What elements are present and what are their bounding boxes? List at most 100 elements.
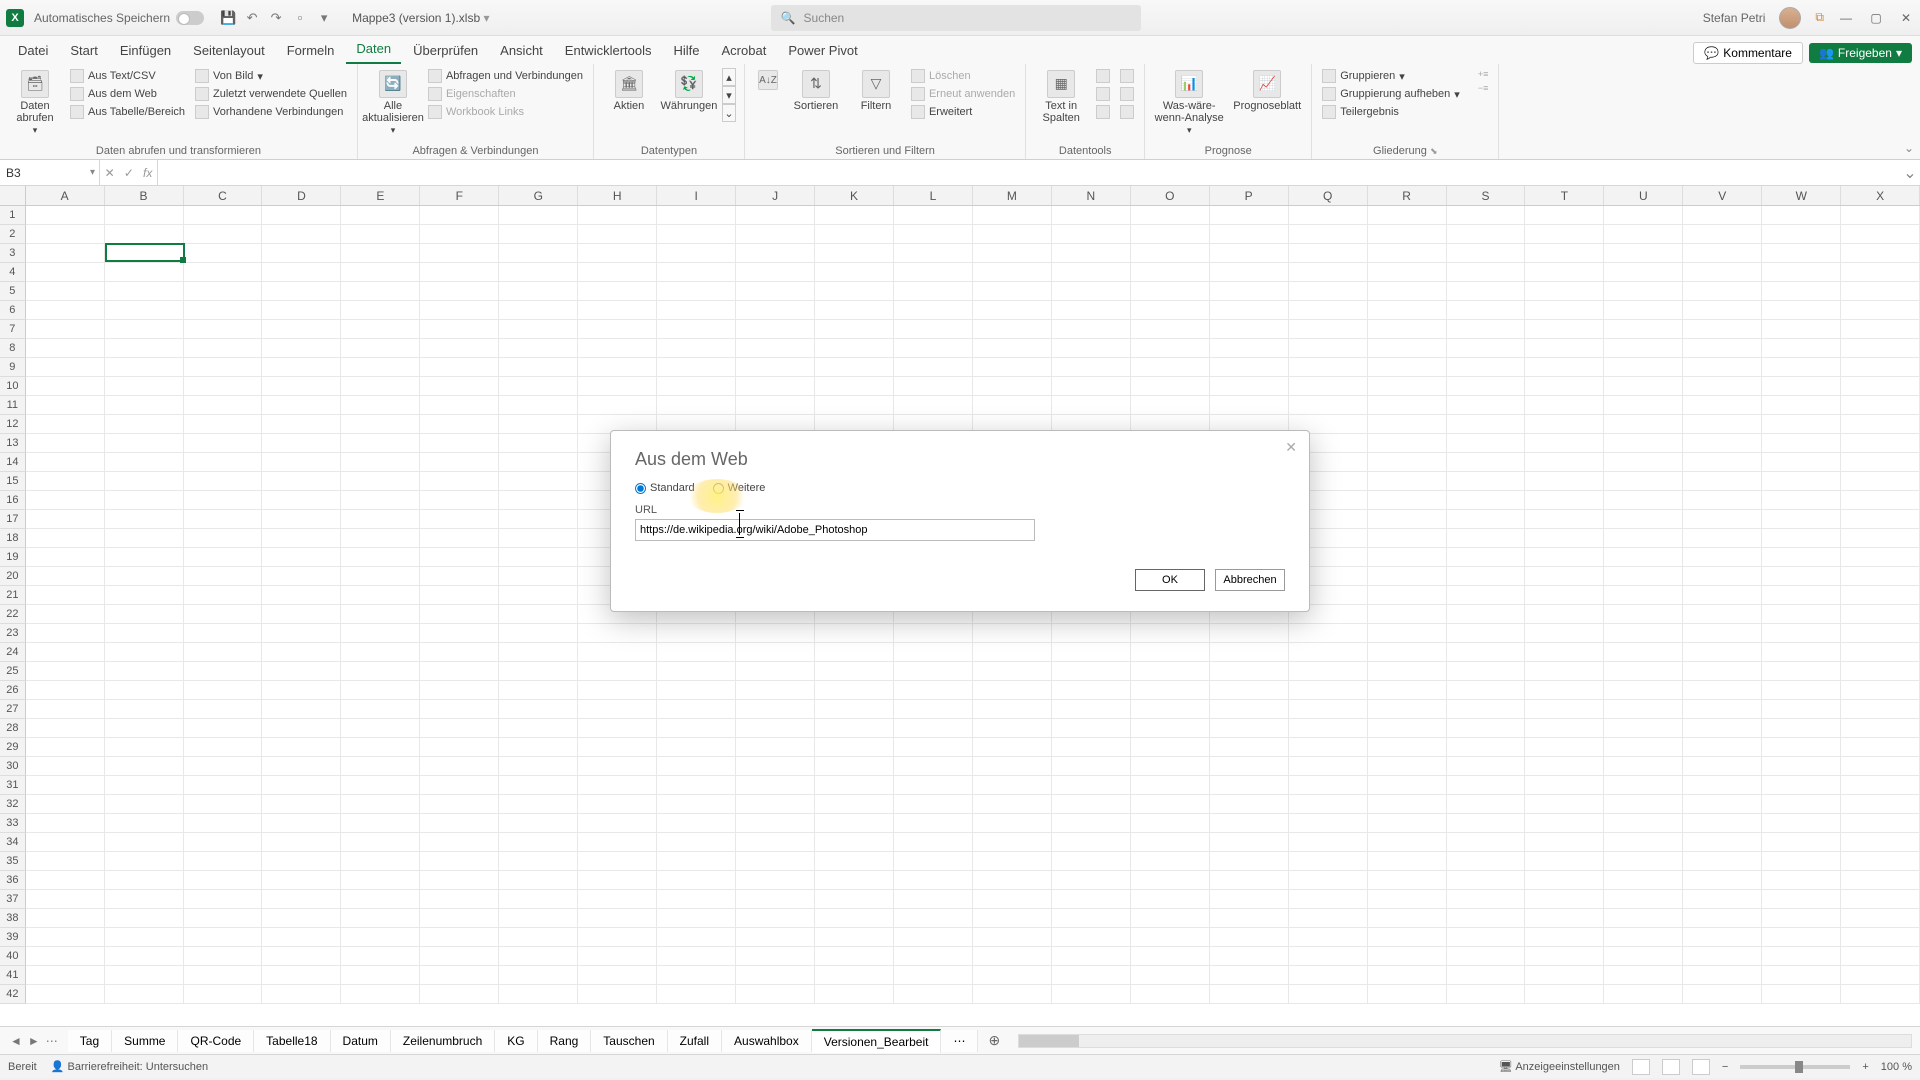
cell[interactable] xyxy=(815,282,894,301)
zoom-slider[interactable] xyxy=(1740,1065,1850,1069)
cell[interactable] xyxy=(657,225,736,244)
cell[interactable] xyxy=(815,339,894,358)
datatype-scroll-up[interactable]: ▴ xyxy=(722,68,736,86)
cell[interactable] xyxy=(578,909,657,928)
column-header[interactable]: U xyxy=(1604,186,1683,205)
cell[interactable] xyxy=(1841,700,1920,719)
cell[interactable] xyxy=(262,206,341,225)
cell[interactable] xyxy=(657,909,736,928)
cell[interactable] xyxy=(1368,966,1447,985)
cell[interactable] xyxy=(105,339,184,358)
cell[interactable] xyxy=(184,814,263,833)
cell[interactable] xyxy=(26,909,105,928)
cell[interactable] xyxy=(341,833,420,852)
cell[interactable] xyxy=(894,738,973,757)
cell[interactable] xyxy=(420,529,499,548)
cell[interactable] xyxy=(105,396,184,415)
notifications-icon[interactable]: ⧉ xyxy=(1815,10,1824,25)
cell[interactable] xyxy=(184,415,263,434)
cell[interactable] xyxy=(1368,833,1447,852)
cell[interactable] xyxy=(26,605,105,624)
cell[interactable] xyxy=(341,966,420,985)
cell[interactable] xyxy=(105,966,184,985)
cell[interactable] xyxy=(1052,263,1131,282)
cell[interactable] xyxy=(973,795,1052,814)
cell[interactable] xyxy=(341,529,420,548)
cell[interactable] xyxy=(499,567,578,586)
cell[interactable] xyxy=(184,624,263,643)
cell[interactable] xyxy=(105,529,184,548)
cell[interactable] xyxy=(1762,681,1841,700)
cell[interactable] xyxy=(1525,206,1604,225)
cell[interactable] xyxy=(1368,719,1447,738)
cell[interactable] xyxy=(1289,643,1368,662)
cell[interactable] xyxy=(26,510,105,529)
cell[interactable] xyxy=(1131,282,1210,301)
cell[interactable] xyxy=(1052,282,1131,301)
from-text-csv-button[interactable]: Aus Text/CSV xyxy=(68,68,187,84)
cell[interactable] xyxy=(262,339,341,358)
cell[interactable] xyxy=(1210,282,1289,301)
cell[interactable] xyxy=(341,244,420,263)
cell[interactable] xyxy=(1525,833,1604,852)
cell[interactable] xyxy=(1604,491,1683,510)
cell[interactable] xyxy=(1131,662,1210,681)
cell[interactable] xyxy=(1052,909,1131,928)
cell[interactable] xyxy=(657,301,736,320)
cell[interactable] xyxy=(1525,567,1604,586)
row-header[interactable]: 33 xyxy=(0,814,26,833)
cell[interactable] xyxy=(499,700,578,719)
cell[interactable] xyxy=(420,491,499,510)
sheet-tab[interactable]: Versionen_Bearbeit xyxy=(812,1029,942,1053)
cell[interactable] xyxy=(420,662,499,681)
cell[interactable] xyxy=(1210,890,1289,909)
cell[interactable] xyxy=(973,377,1052,396)
cell[interactable] xyxy=(262,738,341,757)
cell[interactable] xyxy=(1683,605,1762,624)
cell[interactable] xyxy=(1131,947,1210,966)
cell[interactable] xyxy=(420,833,499,852)
sheet-tab[interactable]: Tauschen xyxy=(591,1030,667,1052)
cell[interactable] xyxy=(815,358,894,377)
cell[interactable] xyxy=(26,206,105,225)
cell[interactable] xyxy=(894,358,973,377)
cell[interactable] xyxy=(1368,605,1447,624)
cell[interactable] xyxy=(1131,301,1210,320)
cell[interactable] xyxy=(499,852,578,871)
cell[interactable] xyxy=(657,681,736,700)
cell[interactable] xyxy=(578,320,657,339)
cell[interactable] xyxy=(341,605,420,624)
text-to-columns-button[interactable]: ▦Text in Spalten xyxy=(1034,68,1088,124)
sheet-nav-prev-icon[interactable]: ◄ xyxy=(10,1034,22,1048)
cell[interactable] xyxy=(1683,415,1762,434)
cell[interactable] xyxy=(1762,719,1841,738)
cell[interactable] xyxy=(420,206,499,225)
cell[interactable] xyxy=(105,852,184,871)
cell[interactable] xyxy=(105,282,184,301)
group-button[interactable]: Gruppieren ▾ xyxy=(1320,68,1462,84)
cell[interactable] xyxy=(184,776,263,795)
minimize-icon[interactable]: — xyxy=(1838,10,1854,26)
cell[interactable] xyxy=(1525,776,1604,795)
url-input[interactable] xyxy=(635,519,1035,541)
cell[interactable] xyxy=(1683,795,1762,814)
cell[interactable] xyxy=(1683,624,1762,643)
cell[interactable] xyxy=(1210,852,1289,871)
cell[interactable] xyxy=(657,206,736,225)
cell[interactable] xyxy=(1447,890,1526,909)
row-header[interactable]: 31 xyxy=(0,776,26,795)
cell[interactable] xyxy=(1368,472,1447,491)
cell[interactable] xyxy=(1841,453,1920,472)
cell[interactable] xyxy=(341,491,420,510)
cell[interactable] xyxy=(1289,833,1368,852)
cell[interactable] xyxy=(184,662,263,681)
cell[interactable] xyxy=(578,833,657,852)
cell[interactable] xyxy=(1604,852,1683,871)
row-header[interactable]: 14 xyxy=(0,453,26,472)
cell[interactable] xyxy=(1052,700,1131,719)
cell[interactable] xyxy=(973,396,1052,415)
cell[interactable] xyxy=(1683,852,1762,871)
cell[interactable] xyxy=(894,985,973,1004)
flash-fill-button[interactable] xyxy=(1094,68,1112,84)
cell[interactable] xyxy=(105,206,184,225)
